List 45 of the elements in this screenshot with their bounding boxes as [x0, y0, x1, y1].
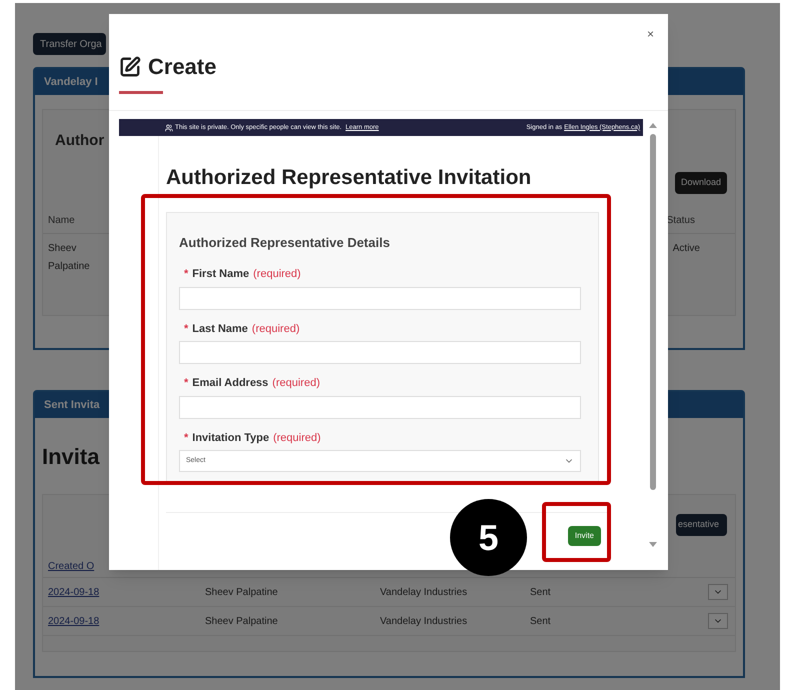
section-heading: Invita	[42, 442, 100, 470]
row-dropdown-button[interactable]	[708, 613, 728, 629]
transfer-button[interactable]: Transfer Orga	[33, 33, 106, 55]
dialog-title: Create	[148, 53, 216, 81]
table-cell-text: Sheev Palpatine	[205, 586, 279, 600]
download-button[interactable]: Download	[674, 172, 727, 194]
table-cell-text: Vandelay Industries	[380, 586, 468, 600]
table-cell-text: Sheev Palpatine	[205, 614, 279, 628]
required-note: (required)	[253, 267, 301, 282]
field-label: Last Name	[192, 322, 248, 336]
required-note: (required)	[272, 376, 320, 391]
add-representative-button[interactable]: esentative	[676, 514, 727, 536]
field-label: Email Address	[192, 376, 268, 391]
field-label: Invitation Type	[192, 430, 270, 446]
column-header: Status	[666, 214, 695, 228]
required-note: (required)	[273, 430, 321, 446]
table-cell-text: Sent	[530, 614, 552, 628]
people-icon	[165, 124, 173, 132]
form-heading: Authorized Representative Invitation	[166, 165, 532, 191]
table-cell-text: Sent	[530, 586, 552, 600]
invite-button[interactable]: Invite	[568, 526, 601, 546]
text-input-field[interactable]	[179, 286, 581, 310]
required-asterisk: *	[184, 430, 188, 446]
required-note: (required)	[252, 322, 300, 336]
text-input-field[interactable]	[179, 341, 581, 364]
date-link[interactable]: 2024-09-18	[48, 614, 205, 628]
column-header-link[interactable]: Created O	[48, 559, 94, 574]
text-input-field[interactable]	[179, 396, 581, 418]
required-asterisk: *	[184, 322, 188, 336]
column-header: Name	[48, 214, 75, 228]
required-asterisk: *	[184, 267, 188, 282]
close-button[interactable]: ×	[646, 28, 654, 40]
highlight-frame	[542, 502, 611, 562]
required-asterisk: *	[184, 376, 188, 391]
table-cell-text: Vandelay Industries	[380, 614, 468, 628]
field-label: First Name	[192, 267, 250, 282]
edit-icon	[119, 56, 141, 78]
date-link[interactable]: 2024-09-18	[48, 584, 205, 600]
row-dropdown-button[interactable]	[708, 584, 728, 600]
section-title: Authorized Representative Details	[179, 234, 391, 252]
table-cell-text: Active	[672, 242, 700, 256]
panel-header: Vandelay I	[44, 74, 98, 90]
panel-header: Sent Invita	[44, 398, 100, 413]
card-heading: Author	[55, 130, 104, 151]
table-cell-text: Sheev Palpatine	[48, 242, 91, 274]
